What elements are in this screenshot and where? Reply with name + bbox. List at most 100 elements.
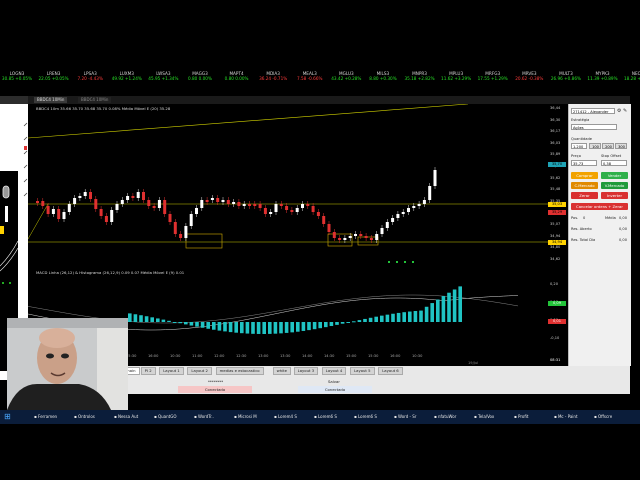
buy-market-button[interactable]: C.Mercado (571, 182, 598, 189)
strategy-select[interactable]: Ações (571, 124, 617, 130)
macd-histogram-bar (307, 322, 311, 331)
taskbar-item[interactable]: ▪ nfatuWor (434, 412, 456, 422)
candle-body (375, 234, 379, 240)
candle-body (36, 201, 39, 203)
ticker-item[interactable]: MEAL3 7.58 -0.66% (293, 71, 327, 85)
quantity-field[interactable]: 1.200 (571, 143, 587, 149)
macd-histogram-bar (245, 322, 250, 334)
user-field[interactable]: ******** (208, 379, 223, 384)
ticker-item[interactable]: MAGG3 0.80 0.00% (183, 71, 217, 85)
stop-offset-field[interactable]: 0,38 (601, 160, 627, 166)
layout-tab[interactable]: Layout 3 (293, 367, 319, 375)
layout-tab[interactable]: Layout 2 (187, 367, 212, 375)
macd-histogram-bar (156, 318, 160, 322)
sell-market-button[interactable]: V.Mercado (601, 182, 628, 189)
ticker-item[interactable]: LPSA3 7.20 -4.43% (73, 71, 107, 85)
taskbar-item[interactable]: ▪ Ferramen (34, 412, 57, 422)
start-icon[interactable]: ⊞ (4, 412, 11, 422)
layout-tab[interactable]: Layout 5 (350, 367, 375, 375)
ticker-item[interactable]: MDIA3 36.24 -0.71% (256, 71, 290, 85)
taskbar-item[interactable]: ▪ QuantGO (154, 412, 176, 422)
candle-body (364, 236, 368, 238)
macd-histogram-bar (396, 312, 401, 322)
ticker-item[interactable]: LUXM3 49.92 +1.24% (110, 71, 144, 85)
zero-button[interactable]: Zerar (571, 192, 598, 199)
candle-body (338, 238, 342, 240)
candle-body (73, 198, 77, 204)
trend-line (28, 104, 469, 139)
macd-histogram-bar (234, 322, 238, 333)
layout-tab[interactable]: Layout 4 (321, 367, 347, 375)
macd-histogram-bar (312, 322, 317, 330)
ticker-value: 18.28 +0.23% (624, 76, 640, 81)
taskbar-item[interactable]: ▪ Nessa Aut (114, 412, 138, 422)
ticker-value: 35.18 +2.82% (404, 76, 435, 81)
buy-button[interactable]: Comprar (571, 172, 598, 179)
macd-histogram-bar (150, 317, 154, 322)
ticker-item[interactable]: MILS3 8.80 +0.30% (366, 71, 400, 85)
ticker-item[interactable]: MRFG3 17.55 +1.29% (476, 71, 510, 85)
macd-histogram-bar (262, 322, 266, 334)
taskbar-item[interactable]: ▪ Tela/Vox (474, 412, 494, 422)
ticker-item[interactable]: MGLU3 43.42 +0.28% (329, 71, 363, 85)
price-tick-label: 35,07 (550, 222, 561, 226)
ticker-item[interactable]: NEOE318.28 +0.23% (622, 71, 640, 85)
qty-200-button[interactable]: 200 (602, 143, 614, 149)
macd-histogram-bar (436, 299, 440, 322)
price-badge: 35,29 (548, 210, 566, 215)
macd-histogram-bar (178, 322, 182, 324)
taskbar-item[interactable]: ▪ Ontrolos (74, 412, 95, 422)
account-select[interactable]: 271412 - Alexander (571, 108, 615, 114)
highlight-box (185, 233, 223, 249)
candle-body (142, 192, 145, 200)
price-badge: 34,94 (548, 240, 566, 245)
ticker-item[interactable]: LREN3 22.05 +0.05% (37, 71, 71, 85)
taskbar-item[interactable]: ▪ Lorem6 S (354, 412, 377, 422)
layout-tab[interactable]: white (272, 367, 291, 375)
tab-active-chart[interactable]: BBDC4 10Min (34, 97, 68, 103)
price-field[interactable]: 35,73 (571, 160, 597, 166)
layout-tab[interactable]: Layout 1 (159, 367, 184, 375)
candle-body (295, 208, 299, 212)
taskbar-item[interactable]: ▪ Lorem4 S (274, 412, 297, 422)
cancel-and-zero-button[interactable]: Cancelar ordens + Zerar (571, 203, 628, 210)
average-label: Média (605, 216, 616, 220)
taskbar-item[interactable]: ▪ Microsi M (234, 412, 257, 422)
ticker-item[interactable]: MNPR3 35.18 +2.82% (403, 71, 437, 85)
ticker-value: 11.62 +3.29% (441, 76, 472, 81)
candle-body (412, 206, 416, 208)
taskbar-item[interactable]: ▪ WordTr.. (194, 412, 214, 422)
macd-histogram-bar (133, 314, 138, 322)
macd-tick-label: 0,20 (550, 282, 559, 286)
qty-300-button[interactable]: 300 (615, 143, 627, 149)
layout-tab[interactable]: medias e estocastico (215, 367, 264, 375)
gear-icon[interactable]: ⚙ (617, 108, 621, 114)
save-button[interactable]: Salvar (328, 379, 340, 384)
pin-icon[interactable]: ✎ (623, 108, 627, 114)
ticker-item[interactable]: MYPK3 11.39 +0.89% (586, 71, 620, 85)
ticker-item[interactable]: MULT3 26.96 +0.86% (549, 71, 583, 85)
invert-button[interactable]: Inverter (601, 192, 628, 199)
taskbar-item[interactable]: ▪ Word - Sr (394, 412, 416, 422)
ticker-value: 49.92 +1.24% (111, 76, 142, 81)
candle-body (253, 204, 257, 206)
ticker-item[interactable]: LWSA3 45.95 +1.34% (146, 71, 180, 85)
layout-tab[interactable]: PI 2 (140, 367, 156, 375)
ticker-item[interactable]: MRVE3 20.62 -0.38% (512, 71, 546, 85)
ticker-item[interactable]: MPLU3 11.62 +3.29% (439, 71, 473, 85)
ticker-item[interactable]: MAPT4 0.80 0.00% (220, 71, 254, 85)
layout-tab[interactable]: Layout 6 (378, 367, 403, 375)
tab-second-chart[interactable]: BBDC4 10Min (78, 97, 112, 103)
taskbar-item[interactable]: ▪ Lorem6 S (314, 412, 337, 422)
ticker-item[interactable]: LOGN3 30.85 +0.05% (0, 71, 34, 85)
candle-body (67, 204, 71, 212)
taskbar-item[interactable]: ▪ Offscre (594, 412, 612, 422)
taskbar-item[interactable]: ▪ Mc - Paint (554, 412, 578, 422)
qty-100-button[interactable]: 100 (589, 143, 601, 149)
candle-body (343, 238, 347, 240)
candle-body (396, 214, 400, 218)
sell-button[interactable]: Vender (601, 172, 628, 179)
taskbar-item[interactable]: ▪ Profit (514, 412, 528, 422)
macd-histogram-bar (441, 296, 446, 322)
candle-body (311, 206, 315, 212)
